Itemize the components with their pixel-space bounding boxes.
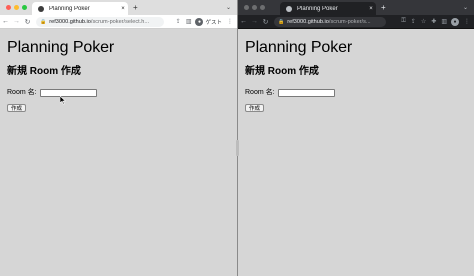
close-tab-icon[interactable]: × xyxy=(366,6,376,12)
room-name-row: Room 名: xyxy=(7,88,230,97)
key-icon[interactable]: ⚿ xyxy=(401,18,406,25)
tab-strip: Planning Poker × + ⌄ xyxy=(0,0,237,15)
close-tab-icon[interactable]: × xyxy=(118,6,128,12)
close-window-button[interactable] xyxy=(6,5,11,10)
new-tab-button[interactable]: + xyxy=(381,3,386,12)
toolbar-icons: ⚿ ⇪ ☆ ✚ ▥ ● ⋮ xyxy=(396,17,474,26)
reload-button[interactable]: ↻ xyxy=(260,18,271,26)
create-room-button[interactable]: 作成 xyxy=(7,104,27,112)
page-title: Planning Poker xyxy=(7,39,115,56)
lock-icon[interactable]: 🔒 xyxy=(278,19,284,25)
browser-window-right: Planning Poker × + ⌄ ← → ↻ 🔒 ref3000.git… xyxy=(238,0,474,276)
url-path: /scrum-poker/s... xyxy=(328,18,371,25)
url-path: /scrum-poker/select.h... xyxy=(90,18,150,25)
address-bar[interactable]: 🔒 ref3000.github.io /scrum-poker/select.… xyxy=(36,16,164,27)
back-button[interactable]: ← xyxy=(238,18,249,25)
browser-toolbar: ← → ↻ 🔒 ref3000.github.io /scrum-poker/s… xyxy=(238,15,474,29)
lock-icon[interactable]: 🔒 xyxy=(40,19,46,25)
globe-icon xyxy=(38,5,44,12)
minimize-window-button[interactable] xyxy=(14,5,19,10)
mouse-pointer-icon xyxy=(60,96,66,105)
window-resize-handle[interactable] xyxy=(236,140,239,156)
guest-label[interactable]: ゲスト xyxy=(205,18,222,26)
room-name-input[interactable] xyxy=(277,88,335,97)
page-title: Planning Poker xyxy=(245,39,353,56)
bookmark-icon[interactable]: ☆ xyxy=(421,18,426,25)
create-room-button[interactable]: 作成 xyxy=(245,104,265,112)
profile-avatar-icon[interactable]: ● xyxy=(451,17,459,26)
tab-planning-poker[interactable]: Planning Poker × xyxy=(32,2,128,15)
tab-title: Planning Poker xyxy=(49,5,90,12)
tab-search-icon[interactable]: ⌄ xyxy=(226,4,231,11)
tab-search-icon[interactable]: ⌄ xyxy=(463,4,468,11)
page-content: Planning Poker 新規 Room 作成 Room 名: 作成 xyxy=(0,29,237,276)
new-tab-button[interactable]: + xyxy=(133,3,138,12)
tab-title: Planning Poker xyxy=(297,5,338,12)
maximize-window-button[interactable] xyxy=(260,5,265,10)
room-name-input[interactable] xyxy=(39,88,97,97)
url-host: ref3000.github.io xyxy=(49,18,91,25)
tab-planning-poker[interactable]: Planning Poker × xyxy=(280,2,376,15)
forward-button[interactable]: → xyxy=(11,18,22,25)
close-window-button[interactable] xyxy=(244,5,249,10)
toolbar-icons: ⇪ ▥ ● ゲスト ⋮ xyxy=(171,17,237,26)
page-subtitle: 新規 Room 作成 xyxy=(7,66,81,77)
forward-button[interactable]: → xyxy=(249,18,260,25)
back-button[interactable]: ← xyxy=(0,18,11,25)
sidebar-icon[interactable]: ▥ xyxy=(441,18,447,25)
menu-icon[interactable]: ⋮ xyxy=(464,18,470,25)
browser-toolbar: ← → ↻ 🔒 ref3000.github.io /scrum-poker/s… xyxy=(0,15,237,29)
sidebar-icon[interactable]: ▥ xyxy=(186,18,192,25)
share-icon[interactable]: ⇪ xyxy=(176,18,181,25)
browser-window-left: Planning Poker × + ⌄ ← → ↻ 🔒 ref3000.git… xyxy=(0,0,237,276)
minimize-window-button[interactable] xyxy=(252,5,257,10)
maximize-window-button[interactable] xyxy=(22,5,27,10)
url-host: ref3000.github.io xyxy=(287,18,329,25)
page-subtitle: 新規 Room 作成 xyxy=(245,66,319,77)
address-bar[interactable]: 🔒 ref3000.github.io /scrum-poker/s... xyxy=(274,16,386,27)
reload-button[interactable]: ↻ xyxy=(22,18,33,26)
room-name-label: Room 名: xyxy=(245,89,275,96)
extensions-icon[interactable]: ✚ xyxy=(431,18,436,25)
guest-avatar-icon[interactable]: ● xyxy=(195,17,204,26)
menu-icon[interactable]: ⋮ xyxy=(227,18,233,25)
page-content: Planning Poker 新規 Room 作成 Room 名: 作成 xyxy=(238,29,474,276)
room-name-row: Room 名: xyxy=(245,88,467,97)
share-icon[interactable]: ⇪ xyxy=(411,18,416,25)
room-name-label: Room 名: xyxy=(7,89,37,96)
tab-strip: Planning Poker × + ⌄ xyxy=(238,0,474,15)
globe-icon xyxy=(286,5,292,12)
